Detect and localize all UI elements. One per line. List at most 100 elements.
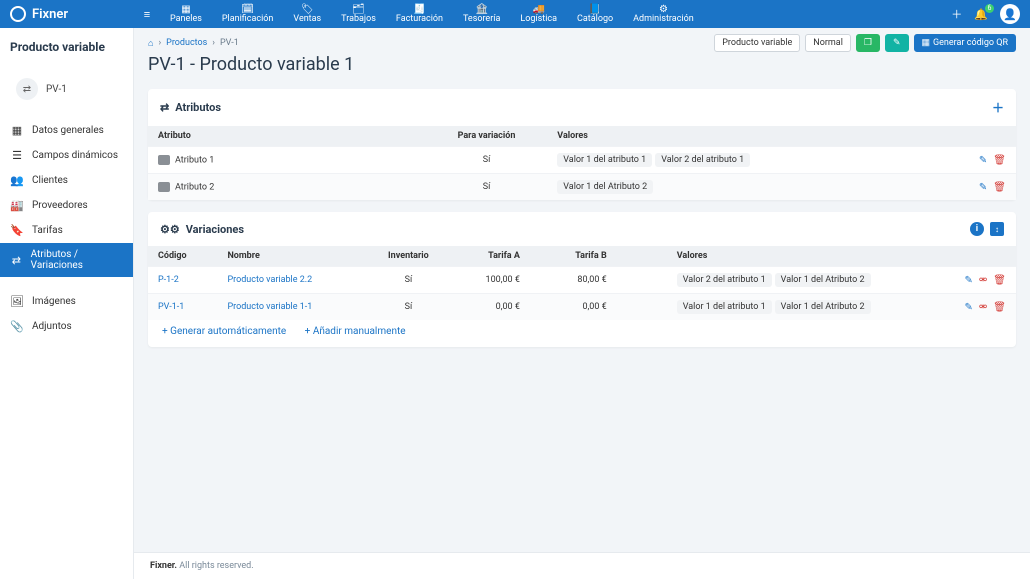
- breadcrumb-home[interactable]: ⌂: [148, 38, 153, 49]
- menu-toggle-icon[interactable]: ≡: [134, 8, 160, 21]
- variation-name-link[interactable]: Producto variable 1-1: [227, 302, 312, 312]
- sidebar-item-campos-dinamicos[interactable]: ☰Campos dinámicos: [0, 143, 133, 168]
- brand-label: Fixner: [32, 7, 68, 22]
- attributes-icon: ⇄: [160, 101, 169, 114]
- image-icon: 🖼: [10, 295, 24, 308]
- info-icon[interactable]: i: [970, 222, 984, 236]
- main-nav: ≡ ▦Paneles 🗓Planificación 🏷Ventas 🗂Traba…: [134, 0, 704, 28]
- edit-icon[interactable]: ✎: [979, 182, 987, 193]
- product-chip[interactable]: ⇄ PV-1: [6, 72, 127, 106]
- edit-icon[interactable]: ✎: [965, 302, 973, 313]
- variation-code-link[interactable]: PV-1-1: [158, 302, 184, 312]
- variations-table: Código Nombre Inventario Tarifa A Tarifa…: [148, 246, 1016, 320]
- add-attribute-button[interactable]: ＋: [992, 99, 1004, 116]
- attribute-row: Atributo 2 Sí Valor 1 del Atributo 2 ✎🗑: [148, 174, 1016, 201]
- chip-label: PV-1: [46, 84, 67, 95]
- nav-catalogo[interactable]: 📘Catálogo: [567, 4, 623, 25]
- col-inventario: Inventario: [374, 246, 443, 267]
- col-valores: Valores: [617, 246, 946, 267]
- sidebar-item-proveedores[interactable]: 🏭Proveedores: [0, 193, 133, 218]
- variation-row: P-1-2 Producto variable 2.2 Sí 100,00 € …: [148, 267, 1016, 294]
- add-icon[interactable]: ＋: [951, 6, 962, 22]
- nav-paneles[interactable]: ▦Paneles: [160, 4, 212, 25]
- paperclip-icon: 📎: [10, 320, 24, 333]
- sidebar-item-imagenes[interactable]: 🖼Imágenes: [0, 289, 133, 314]
- list-icon: ☰: [10, 149, 24, 162]
- generar-qr-button[interactable]: ▦ Generar código QR: [914, 34, 1016, 52]
- attribute-icon: [158, 182, 170, 192]
- anadir-manual-link[interactable]: + Añadir manualmente: [305, 326, 406, 337]
- brand[interactable]: Fixner: [10, 6, 134, 22]
- card-icon: ▦: [10, 124, 24, 137]
- normal-button[interactable]: Normal: [805, 34, 851, 52]
- value-tag: Valor 1 del atributo 1: [557, 153, 652, 167]
- content: ⌂ › Productos › PV-1 Producto variable N…: [134, 28, 1030, 579]
- delete-icon[interactable]: 🗑: [993, 275, 1006, 286]
- sidebar-item-tarifas[interactable]: 🔖Tarifas: [0, 218, 133, 243]
- generar-auto-link[interactable]: + Generar automáticamente: [162, 326, 286, 337]
- nav-logistica[interactable]: 🚚Logística: [510, 4, 567, 25]
- col-atributo: Atributo: [148, 126, 426, 147]
- attributes-table: Atributo Para variación Valores Atributo…: [148, 126, 1016, 200]
- delete-icon[interactable]: 🗑: [993, 182, 1006, 193]
- attribute-row: Atributo 1 Sí Valor 1 del atributo 1Valo…: [148, 147, 1016, 174]
- variations-icon: ⚙⚙: [160, 223, 180, 236]
- sidebar: Producto variable ⇄ PV-1 ▦Datos generale…: [0, 28, 134, 579]
- panel-atributos-title: Atributos: [175, 101, 221, 114]
- unlink-icon[interactable]: ⚮: [979, 275, 987, 286]
- page-title: PV-1 - Producto variable 1: [134, 54, 1030, 83]
- col-tarifa-a: Tarifa A: [443, 246, 530, 267]
- col-valores: Valores: [547, 126, 956, 147]
- edit-button[interactable]: ✎: [885, 34, 909, 52]
- value-tag: Valor 2 del atributo 1: [655, 153, 750, 167]
- factory-icon: 🏭: [10, 199, 24, 212]
- value-tag: Valor 1 del Atributo 2: [775, 273, 871, 287]
- sidebar-title: Producto variable: [0, 28, 133, 66]
- edit-icon[interactable]: ✎: [979, 155, 987, 166]
- delete-icon[interactable]: 🗑: [993, 155, 1006, 166]
- notification-badge: 6: [985, 4, 994, 13]
- variation-row: PV-1-1 Producto variable 1-1 Sí 0,00 € 0…: [148, 294, 1016, 321]
- delete-icon[interactable]: 🗑: [993, 302, 1006, 313]
- value-tag: Valor 1 del atributo 1: [677, 300, 772, 314]
- breadcrumb-current: PV-1: [220, 38, 239, 48]
- nav-ventas[interactable]: 🏷Ventas: [283, 4, 331, 25]
- sidebar-item-atributos-variaciones[interactable]: ⇄Atributos / Variaciones: [0, 243, 133, 277]
- producto-variable-button[interactable]: Producto variable: [714, 34, 800, 52]
- value-tag: Valor 1 del Atributo 2: [557, 180, 653, 194]
- footer: Fixner. All rights reserved.: [134, 552, 1030, 579]
- expand-icon[interactable]: ↕: [990, 222, 1004, 236]
- nav-trabajos[interactable]: 🗂Trabajos: [331, 4, 386, 25]
- sidebar-item-adjuntos[interactable]: 📎Adjuntos: [0, 314, 133, 339]
- nav-tesoreria[interactable]: 🏦Tesorería: [453, 4, 510, 25]
- sidebar-item-clientes[interactable]: 👥Clientes: [0, 168, 133, 193]
- bell-icon[interactable]: 🔔6: [974, 8, 988, 21]
- col-variacion: Para variación: [426, 126, 548, 147]
- user-avatar[interactable]: 👤: [1000, 4, 1020, 24]
- col-codigo: Código: [148, 246, 217, 267]
- value-tag: Valor 1 del Atributo 2: [775, 300, 871, 314]
- variation-name-link[interactable]: Producto variable 2.2: [227, 275, 312, 285]
- edit-icon[interactable]: ✎: [965, 275, 973, 286]
- copy-button[interactable]: ❐: [856, 34, 880, 52]
- panel-atributos: ⇄ Atributos ＋ Atributo Para variación Va…: [148, 89, 1016, 200]
- swap-icon: ⇄: [10, 254, 23, 267]
- brand-icon: [10, 6, 26, 22]
- breadcrumb: ⌂ › Productos › PV-1: [148, 38, 239, 49]
- unlink-icon[interactable]: ⚮: [979, 302, 987, 313]
- breadcrumb-productos[interactable]: Productos: [166, 38, 207, 48]
- nav-planificacion[interactable]: 🗓Planificación: [212, 4, 284, 25]
- chip-icon: ⇄: [16, 78, 38, 100]
- bookmark-icon: 🔖: [10, 224, 24, 237]
- variation-code-link[interactable]: P-1-2: [158, 275, 179, 285]
- value-tag: Valor 2 del atributo 1: [677, 273, 772, 287]
- nav-administracion[interactable]: ⚙Administración: [623, 4, 704, 25]
- panel-variaciones-title: Variaciones: [186, 223, 244, 236]
- panel-variaciones: ⚙⚙ Variaciones i ↕ Código Nombre Inventa…: [148, 212, 1016, 347]
- topbar: Fixner ≡ ▦Paneles 🗓Planificación 🏷Ventas…: [0, 0, 1030, 28]
- sidebar-item-datos-generales[interactable]: ▦Datos generales: [0, 118, 133, 143]
- col-tarifa-b: Tarifa B: [530, 246, 617, 267]
- users-icon: 👥: [10, 174, 24, 187]
- nav-facturacion[interactable]: 🧾Facturación: [386, 4, 453, 25]
- attribute-icon: [158, 155, 170, 165]
